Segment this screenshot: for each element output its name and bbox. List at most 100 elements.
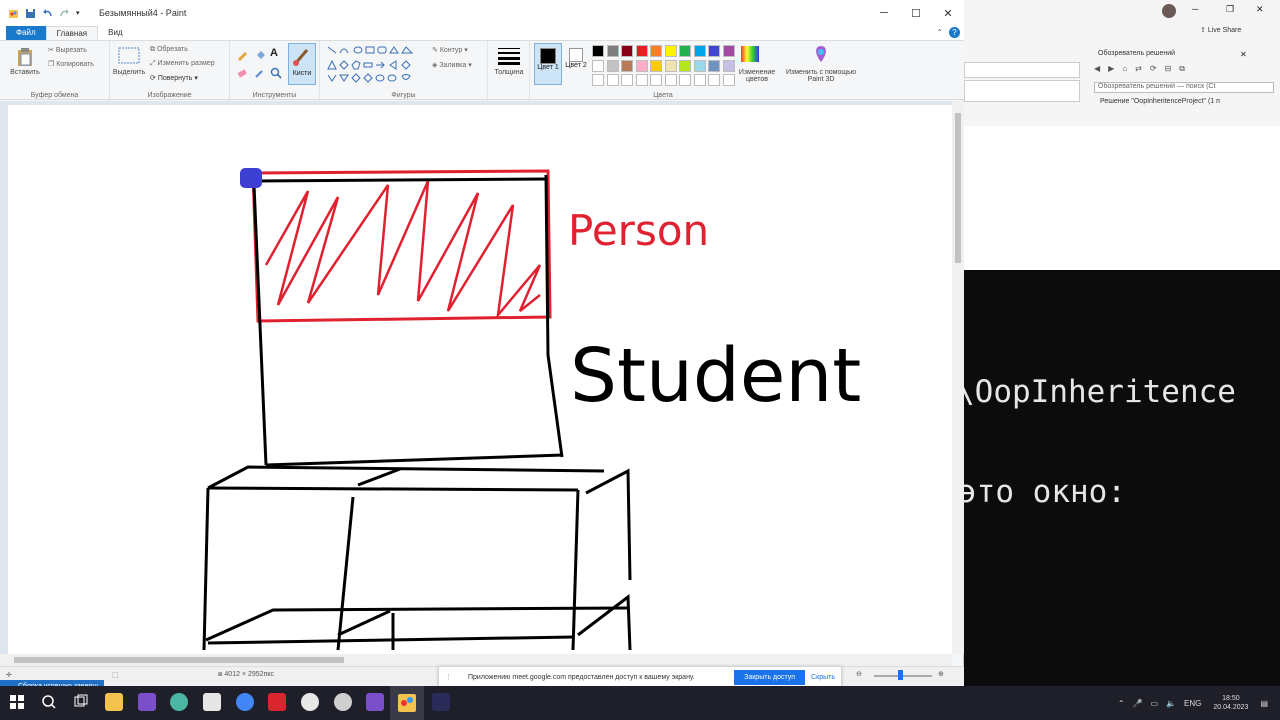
mic-icon[interactable]: 🎤: [1133, 699, 1143, 708]
task-view-icon[interactable]: [72, 693, 90, 711]
color2-button[interactable]: Цвет 2: [564, 43, 588, 85]
palette-swatch-empty[interactable]: [606, 74, 619, 86]
horizontal-scrollbar[interactable]: [0, 654, 952, 666]
start-icon[interactable]: [8, 693, 26, 711]
vscroll-thumb[interactable]: [955, 113, 961, 263]
palette-swatch-empty[interactable]: [621, 74, 633, 86]
drag-handle-icon[interactable]: ⋮: [445, 673, 452, 681]
notifications-icon[interactable]: ▤: [1260, 699, 1268, 708]
visual-studio-icon[interactable]: [138, 693, 156, 711]
fill-button[interactable]: ◈ Заливка ▾: [432, 61, 472, 69]
palette-swatch[interactable]: [621, 59, 633, 72]
maximize-button[interactable]: ☐: [900, 0, 932, 26]
outline-button[interactable]: ✎ Контур ▾: [432, 46, 468, 54]
paint3d-icon[interactable]: [812, 45, 830, 65]
collapse-ribbon-icon[interactable]: ⌃: [936, 28, 943, 37]
size-icon[interactable]: [498, 47, 520, 67]
palette-swatch-empty[interactable]: [693, 74, 706, 86]
palette-swatch[interactable]: [693, 45, 706, 57]
eraser-icon[interactable]: [236, 67, 248, 81]
drawing-canvas[interactable]: Person Student: [8, 105, 952, 654]
user-avatar[interactable]: [1162, 4, 1176, 18]
palette-swatch[interactable]: [708, 45, 720, 57]
palette-swatch[interactable]: [693, 59, 706, 72]
fill-icon[interactable]: [254, 49, 266, 63]
crop-button[interactable]: ⧉ Обрезать: [150, 46, 188, 54]
edit-colors-icon[interactable]: [740, 45, 760, 65]
palette-swatch-empty[interactable]: [664, 74, 677, 86]
search-icon[interactable]: [40, 693, 58, 711]
palette-swatch[interactable]: [722, 45, 735, 57]
refresh-icon[interactable]: ⟳: [1150, 64, 1157, 76]
stop-sharing-button[interactable]: Закрыть доступ: [734, 669, 806, 685]
solution-explorer-close[interactable]: ✕: [1240, 50, 1247, 59]
yandex-icon[interactable]: [301, 693, 319, 711]
close-button[interactable]: ✕: [932, 0, 964, 26]
palette-swatch[interactable]: [635, 45, 648, 57]
brushes-button[interactable]: Кисти: [288, 43, 316, 85]
resize-button[interactable]: ⤢ Изменить размер: [150, 60, 215, 68]
vs-editor-dropdown[interactable]: [964, 62, 1080, 78]
zoom-out-button[interactable]: ⊖: [856, 670, 862, 678]
palette-swatch[interactable]: [621, 45, 633, 57]
palette-swatch[interactable]: [679, 59, 691, 72]
magnifier-icon[interactable]: [270, 67, 282, 81]
palette-swatch-empty[interactable]: [592, 74, 604, 86]
vs-minimize-button[interactable]: ─: [1192, 4, 1198, 14]
redo-icon[interactable]: [59, 8, 70, 19]
language-indicator[interactable]: ENG: [1184, 699, 1201, 708]
live-share-button[interactable]: ⇪ Live Share: [1200, 26, 1241, 34]
palette-swatch-empty[interactable]: [650, 74, 662, 86]
size-button[interactable]: Толщина: [488, 69, 530, 76]
palette-swatch[interactable]: [635, 59, 648, 72]
show-all-icon[interactable]: ⧉: [1179, 64, 1185, 76]
color1-button[interactable]: Цвет 1: [534, 43, 562, 85]
palette-swatch[interactable]: [650, 45, 662, 57]
chrome-icon[interactable]: [236, 693, 254, 711]
solution-tree-item[interactable]: Решение "OopInheritenceProject" (1 п: [1100, 98, 1220, 105]
file-explorer-icon[interactable]: [105, 693, 123, 711]
palette-swatch[interactable]: [606, 59, 619, 72]
edit-colors-button[interactable]: Изменение цветов: [732, 69, 782, 83]
save-icon[interactable]: [25, 8, 36, 19]
solution-search-input[interactable]: Обозреватель решений — поиск (Ct: [1094, 82, 1274, 93]
store-icon[interactable]: [203, 693, 221, 711]
palette-swatch[interactable]: [650, 59, 662, 72]
rotate-button[interactable]: ⟳ Повернуть ▾: [150, 74, 198, 82]
palette-swatch[interactable]: [606, 45, 619, 57]
select-button[interactable]: Выделить: [110, 69, 148, 76]
palette-swatch[interactable]: [664, 45, 677, 57]
undo-icon[interactable]: [42, 8, 53, 19]
color-picker-icon[interactable]: [254, 67, 266, 81]
vertical-scrollbar[interactable]: [952, 101, 964, 654]
palette-swatch[interactable]: [708, 59, 720, 72]
zoom-slider-thumb[interactable]: [898, 670, 903, 680]
tab-home[interactable]: Главная: [45, 26, 99, 40]
home-icon[interactable]: ⌂: [1122, 64, 1127, 76]
help-icon[interactable]: ?: [949, 27, 960, 38]
cut-button[interactable]: ✂ Вырезать: [48, 46, 87, 54]
palette-swatch-empty[interactable]: [635, 74, 648, 86]
sync-icon[interactable]: ⇄: [1135, 64, 1142, 76]
customize-toolbar-icon[interactable]: ▾: [76, 8, 87, 19]
select-icon[interactable]: [118, 47, 140, 67]
clock[interactable]: 18:50 20.04.2023: [1213, 694, 1248, 712]
back-icon[interactable]: ◀: [1094, 64, 1100, 76]
palette-swatch-empty[interactable]: [679, 74, 691, 86]
paste-icon[interactable]: [16, 47, 34, 69]
shapes-gallery[interactable]: [326, 45, 426, 85]
forward-icon[interactable]: ▶: [1108, 64, 1114, 76]
network-icon[interactable]: ▭: [1151, 699, 1159, 708]
zoom-in-button[interactable]: ⊕: [938, 670, 944, 678]
paste-button[interactable]: Вставить: [6, 69, 44, 76]
collapse-icon[interactable]: ⊟: [1165, 64, 1172, 76]
paint3d-button[interactable]: Изменить с помощью Paint 3D: [786, 69, 856, 83]
pencil-icon[interactable]: [236, 49, 248, 63]
obs-icon[interactable]: [334, 693, 352, 711]
palette-swatch[interactable]: [592, 59, 604, 72]
zoom-slider[interactable]: [874, 675, 932, 677]
hscroll-thumb[interactable]: [14, 657, 344, 663]
text-icon[interactable]: A: [270, 47, 278, 59]
paint-taskbar-button[interactable]: [390, 686, 424, 720]
yandex-browser-icon[interactable]: [268, 693, 286, 711]
